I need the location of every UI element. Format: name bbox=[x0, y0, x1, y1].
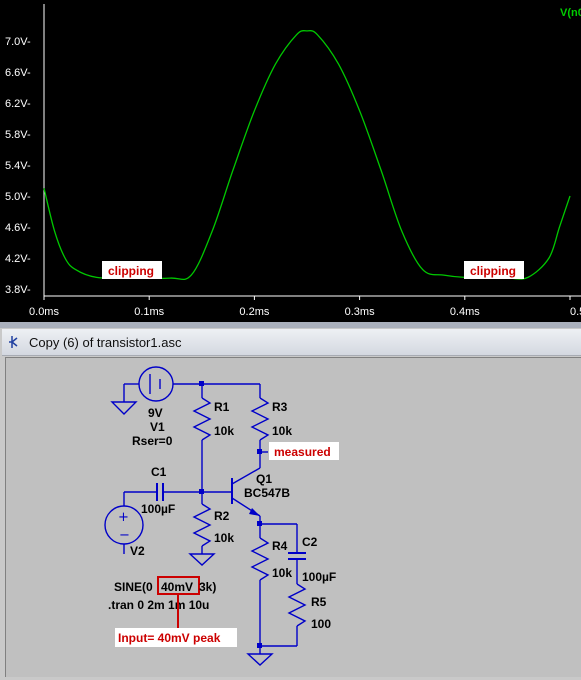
sine-suffix: 3k) bbox=[199, 580, 216, 594]
r1-value: 10k bbox=[214, 424, 234, 438]
plot-canvas: 7.0V- 6.6V- 6.2V- 5.8V- 5.4V- 5.0V- 4.6V- 4.2V-… bbox=[5, 4, 581, 318]
v1-source[interactable] bbox=[123, 366, 202, 402]
v1-param: Rser=0 bbox=[132, 434, 173, 448]
y-tick-label: 5.0V- bbox=[5, 191, 31, 203]
q1-model: BC547B bbox=[244, 486, 290, 500]
sine-amplitude[interactable]: 40mV bbox=[161, 580, 193, 594]
c2-value: 100µF bbox=[302, 570, 336, 584]
x-tick-labels: 0.0ms 0.1ms 0.2ms 0.3ms 0.4ms 0.5 bbox=[29, 296, 581, 318]
r5-value: 100 bbox=[311, 617, 331, 631]
x-tick-label: 0.4ms bbox=[450, 306, 480, 318]
y-tick-label: 7.0V- bbox=[5, 36, 31, 48]
r4-value: 10k bbox=[272, 566, 292, 580]
q1-name: Q1 bbox=[256, 472, 272, 486]
v1-value: 9V bbox=[148, 406, 163, 420]
sine-prefix: SINE(0 bbox=[114, 580, 153, 594]
input-note: Input= 40mV peak bbox=[118, 631, 221, 645]
r3-name: R3 bbox=[272, 400, 288, 414]
svg-text:−: − bbox=[119, 528, 130, 543]
clipping-annotation: clipping bbox=[470, 264, 516, 278]
x-tick-label: 0.3ms bbox=[345, 306, 375, 318]
r2-name: R2 bbox=[214, 509, 230, 523]
y-tick-label: 4.6V- bbox=[5, 222, 31, 234]
schematic-drawing: 9V V1 Rser=0 R1 10k R3 10k measured Q1 B… bbox=[104, 366, 339, 666]
c1-name: C1 bbox=[151, 465, 167, 479]
c1-value: 100µF bbox=[141, 502, 175, 516]
y-tick-label: 6.6V- bbox=[5, 67, 31, 79]
r2-value: 10k bbox=[214, 531, 234, 545]
ground-icon bbox=[110, 401, 138, 415]
v1-name: V1 bbox=[150, 420, 165, 434]
y-tick-label: 4.2V- bbox=[5, 253, 31, 265]
waveform-plot[interactable]: 7.0V- 6.6V- 6.2V- 5.8V- 5.4V- 5.0V- 4.6V- 4.2V-… bbox=[0, 0, 581, 322]
x-tick-label: 0.1ms bbox=[134, 306, 164, 318]
r3-value: 10k bbox=[272, 424, 292, 438]
y-tick-label: 6.2V- bbox=[5, 98, 31, 110]
x-tick-label: 0.5 bbox=[570, 306, 581, 318]
r1-name: R1 bbox=[214, 400, 230, 414]
clipping-annotation: clipping bbox=[108, 264, 154, 278]
r3-resistor[interactable] bbox=[250, 384, 270, 468]
r4-name: R4 bbox=[272, 539, 288, 553]
x-tick-label: 0.2ms bbox=[239, 306, 269, 318]
r1-resistor[interactable] bbox=[192, 384, 212, 492]
trace-label[interactable]: V(n00 bbox=[560, 7, 581, 19]
y-tick-label: 5.4V- bbox=[5, 160, 31, 172]
tran-directive[interactable]: .tran 0 2m 1m 10u bbox=[108, 598, 209, 612]
y-tick-label: 3.8V- bbox=[5, 284, 31, 296]
r5-resistor[interactable] bbox=[260, 583, 307, 647]
v2-name: V2 bbox=[130, 544, 145, 558]
measured-label[interactable]: measured bbox=[274, 445, 331, 459]
schematic-window-icon bbox=[9, 336, 18, 348]
svg-text:+: + bbox=[118, 510, 129, 525]
r2-resistor[interactable] bbox=[192, 492, 212, 554]
trace-series bbox=[43, 30, 571, 280]
junction bbox=[257, 449, 262, 454]
ground-icon bbox=[188, 553, 216, 566]
schematic-canvas[interactable]: 9V V1 Rser=0 R1 10k R3 10k measured Q1 B… bbox=[5, 357, 581, 677]
ground-icon bbox=[246, 653, 274, 666]
schematic-window-title: Copy (6) of transistor1.asc bbox=[29, 335, 182, 350]
trace-line[interactable] bbox=[43, 30, 571, 280]
r4-resistor[interactable] bbox=[250, 524, 270, 646]
window-separator bbox=[0, 322, 581, 328]
c1-capacitor[interactable] bbox=[124, 483, 202, 501]
schematic-titlebar[interactable]: Copy (6) of transistor1.asc bbox=[2, 329, 581, 356]
y-tick-labels: 7.0V- 6.6V- 6.2V- 5.8V- 5.4V- 5.0V- 4.6V- 4.2V-… bbox=[5, 36, 31, 296]
c2-name: C2 bbox=[302, 535, 318, 549]
x-tick-label: 0.0ms bbox=[29, 306, 59, 318]
r5-name: R5 bbox=[311, 595, 327, 609]
y-tick-label: 5.8V- bbox=[5, 129, 31, 141]
